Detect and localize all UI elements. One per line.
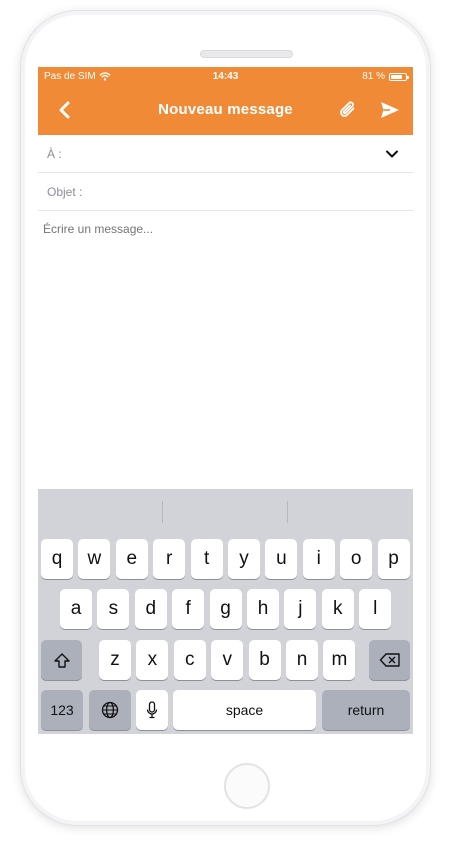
key-h[interactable]: h (247, 589, 279, 629)
numbers-key[interactable]: 123 (41, 690, 83, 730)
space-key[interactable]: space (173, 690, 316, 730)
globe-key[interactable] (89, 690, 131, 730)
recipient-label: À : (47, 146, 62, 161)
status-bar: Pas de SIM 14:43 81 % (38, 67, 413, 85)
key-s[interactable]: s (97, 589, 130, 629)
key-y[interactable]: y (228, 539, 260, 579)
microphone-icon (146, 701, 158, 719)
battery-icon (389, 72, 409, 81)
screen: Pas de SIM 14:43 81 % Nouveau message À … (38, 67, 413, 734)
backspace-icon (379, 653, 400, 667)
shift-icon (53, 652, 70, 668)
key-r[interactable]: r (153, 539, 186, 579)
delete-key[interactable] (369, 640, 410, 680)
key-z[interactable]: z (99, 640, 131, 680)
key-u[interactable]: u (265, 539, 298, 579)
keyboard: 123 space return qwertyuiop asdfghjkl zxcv… (38, 489, 413, 734)
key-w[interactable]: w (78, 539, 111, 579)
suggestion-divider (162, 501, 163, 523)
key-j[interactable]: j (284, 589, 317, 629)
key-k[interactable]: k (321, 589, 354, 629)
key-f[interactable]: f (172, 589, 205, 629)
key-m[interactable]: m (323, 640, 356, 680)
top-bar: Pas de SIM 14:43 81 % Nouveau message (38, 67, 413, 135)
phone-speaker (200, 50, 293, 58)
home-button[interactable] (224, 763, 270, 809)
chevron-down-icon[interactable] (385, 147, 399, 161)
subject-label: Objet : (47, 184, 83, 199)
key-t[interactable]: t (190, 539, 223, 579)
key-i[interactable]: i (302, 539, 335, 579)
key-e[interactable]: e (115, 539, 148, 579)
key-g[interactable]: g (209, 589, 242, 629)
key-n[interactable]: n (286, 640, 318, 680)
key-q[interactable]: q (41, 539, 73, 579)
battery-percent: 81 % (362, 71, 385, 82)
dictation-key[interactable] (136, 690, 168, 730)
shift-key[interactable] (41, 640, 82, 680)
key-p[interactable]: p (377, 539, 410, 579)
key-v[interactable]: v (211, 640, 244, 680)
key-a[interactable]: a (60, 589, 92, 629)
battery-status: 81 % (362, 71, 409, 82)
suggestion-bar (38, 489, 413, 531)
key-d[interactable]: d (134, 589, 167, 629)
paperclip-icon[interactable] (336, 98, 360, 122)
key-c[interactable]: c (173, 640, 206, 680)
globe-icon (101, 701, 119, 719)
return-key[interactable]: return (322, 690, 410, 730)
key-o[interactable]: o (340, 539, 373, 579)
battery-fill (391, 74, 402, 79)
message-input[interactable] (38, 211, 413, 489)
key-l[interactable]: l (359, 589, 392, 629)
key-b[interactable]: b (248, 640, 281, 680)
nav-bar: Nouveau message (38, 85, 413, 135)
key-x[interactable]: x (136, 640, 169, 680)
status-time: 14:43 (212, 71, 239, 82)
recipient-field[interactable]: À : (38, 135, 413, 173)
suggestion-divider (287, 501, 288, 523)
subject-field[interactable]: Objet : (38, 173, 413, 211)
send-icon[interactable] (378, 98, 402, 122)
